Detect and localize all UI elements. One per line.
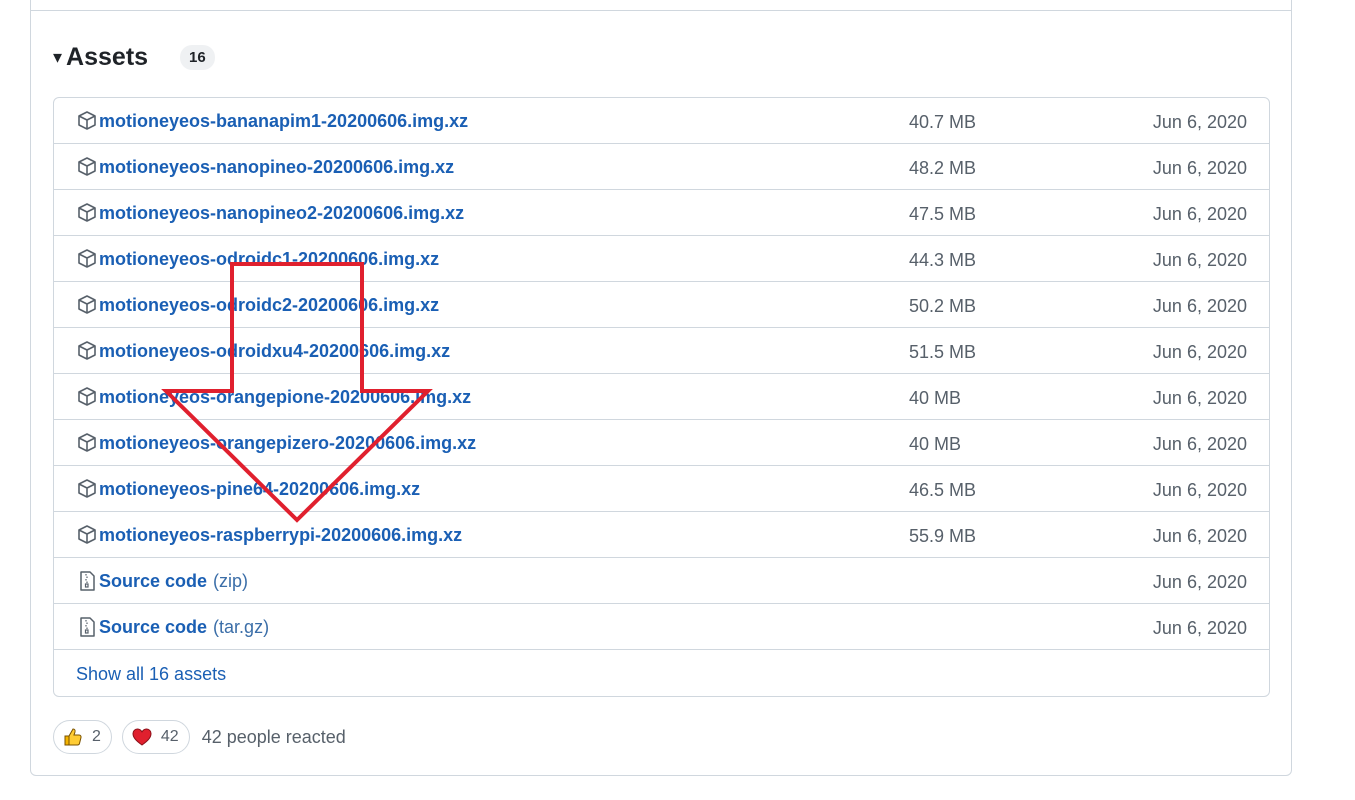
source-suffix: (zip) bbox=[213, 570, 249, 591]
asset-name: motioneyeos-pine64-20200606.img.xz bbox=[99, 478, 421, 499]
assets-title: Assets bbox=[66, 42, 149, 71]
asset-link[interactable]: motioneyeos-raspberrypi-20200606.img.xz bbox=[76, 524, 462, 546]
package-icon bbox=[76, 110, 98, 132]
asset-size: 55.9 MB bbox=[909, 526, 977, 546]
source-name: Source code bbox=[99, 616, 208, 637]
package-icon bbox=[76, 248, 98, 270]
asset-date: Jun 6, 2020 bbox=[1152, 204, 1247, 224]
heart-count: 42 bbox=[160, 728, 179, 745]
asset-row: motioneyeos-bananapim1-20200606.img.xz 4… bbox=[54, 98, 1269, 144]
asset-link[interactable]: motioneyeos-nanopineo2-20200606.img.xz bbox=[76, 202, 464, 224]
show-all-row: Show all 16 assets bbox=[54, 650, 1269, 696]
asset-name: motioneyeos-orangepione-20200606.img.xz bbox=[99, 386, 472, 407]
asset-date: Jun 6, 2020 bbox=[1152, 572, 1247, 592]
asset-row: motioneyeos-raspberrypi-20200606.img.xz … bbox=[54, 512, 1269, 558]
asset-date: Jun 6, 2020 bbox=[1152, 480, 1247, 500]
package-icon bbox=[76, 340, 98, 362]
file-zip-icon bbox=[76, 570, 98, 592]
asset-link[interactable]: motioneyeos-orangepizero-20200606.img.xz bbox=[76, 432, 476, 454]
source-row: Source code (tar.gz) Jun 6, 2020 bbox=[54, 604, 1269, 650]
asset-size: 50.2 MB bbox=[909, 296, 977, 316]
heart-reaction-button[interactable]: 42 bbox=[121, 720, 190, 754]
asset-date: Jun 6, 2020 bbox=[1152, 388, 1247, 408]
assets-list: motioneyeos-bananapim1-20200606.img.xz 4… bbox=[53, 97, 1270, 697]
package-icon bbox=[76, 478, 98, 500]
thumbs-up-icon bbox=[62, 726, 84, 748]
asset-row: motioneyeos-orangepione-20200606.img.xz … bbox=[54, 374, 1269, 420]
asset-link[interactable]: motioneyeos-odroidc1-20200606.img.xz bbox=[76, 248, 439, 270]
package-icon bbox=[76, 156, 98, 178]
asset-link[interactable]: motioneyeos-pine64-20200606.img.xz bbox=[76, 478, 420, 500]
package-icon bbox=[76, 524, 98, 546]
asset-row: motioneyeos-orangepizero-20200606.img.xz… bbox=[54, 420, 1269, 466]
asset-size: 48.2 MB bbox=[909, 158, 977, 178]
source-suffix: (tar.gz) bbox=[213, 616, 270, 637]
asset-name: motioneyeos-odroidxu4-20200606.img.xz bbox=[99, 340, 451, 361]
asset-date: Jun 6, 2020 bbox=[1152, 342, 1247, 362]
asset-name: motioneyeos-odroidc1-20200606.img.xz bbox=[99, 248, 440, 269]
asset-link[interactable]: motioneyeos-odroidxu4-20200606.img.xz bbox=[76, 340, 450, 362]
divider bbox=[30, 10, 1292, 11]
source-zip-link[interactable]: Source code (zip) bbox=[76, 570, 248, 592]
asset-name: motioneyeos-nanopineo2-20200606.img.xz bbox=[99, 202, 465, 223]
source-targz-link[interactable]: Source code (tar.gz) bbox=[76, 616, 269, 638]
asset-date: Jun 6, 2020 bbox=[1152, 112, 1247, 132]
heart-icon bbox=[131, 726, 153, 748]
asset-date: Jun 6, 2020 bbox=[1152, 618, 1247, 638]
asset-link[interactable]: motioneyeos-bananapim1-20200606.img.xz bbox=[76, 110, 468, 132]
asset-date: Jun 6, 2020 bbox=[1152, 434, 1247, 454]
asset-link[interactable]: motioneyeos-nanopineo-20200606.img.xz bbox=[76, 156, 454, 178]
asset-row: motioneyeos-nanopineo2-20200606.img.xz 4… bbox=[54, 190, 1269, 236]
reactions-summary: 42 people reacted bbox=[201, 726, 346, 747]
source-row: Source code (zip) Jun 6, 2020 bbox=[54, 558, 1269, 604]
asset-link[interactable]: motioneyeos-orangepione-20200606.img.xz bbox=[76, 386, 471, 408]
asset-row: motioneyeos-odroidc2-20200606.img.xz 50.… bbox=[54, 282, 1269, 328]
asset-date: Jun 6, 2020 bbox=[1152, 250, 1247, 270]
asset-size: 47.5 MB bbox=[909, 204, 977, 224]
asset-size: 40.7 MB bbox=[909, 112, 977, 132]
asset-name: motioneyeos-nanopineo-20200606.img.xz bbox=[99, 156, 455, 177]
assets-count-badge: 16 bbox=[180, 44, 215, 70]
asset-size: 46.5 MB bbox=[909, 480, 977, 500]
asset-date: Jun 6, 2020 bbox=[1152, 296, 1247, 316]
assets-toggle[interactable]: ▾ Assets 16 bbox=[53, 40, 215, 74]
asset-size: 40 MB bbox=[909, 388, 962, 408]
thumbs-up-count: 2 bbox=[92, 728, 101, 745]
asset-size: 40 MB bbox=[909, 434, 962, 454]
asset-date: Jun 6, 2020 bbox=[1152, 158, 1247, 178]
asset-row: motioneyeos-odroidxu4-20200606.img.xz 51… bbox=[54, 328, 1269, 374]
asset-date: Jun 6, 2020 bbox=[1152, 526, 1247, 546]
asset-row: motioneyeos-odroidc1-20200606.img.xz 44.… bbox=[54, 236, 1269, 282]
package-icon bbox=[76, 202, 98, 224]
file-zip-icon bbox=[76, 616, 98, 638]
asset-name: motioneyeos-bananapim1-20200606.img.xz bbox=[99, 110, 469, 131]
caret-down-icon: ▾ bbox=[53, 47, 63, 67]
asset-name: motioneyeos-raspberrypi-20200606.img.xz bbox=[99, 524, 463, 545]
package-icon bbox=[76, 432, 98, 454]
asset-name: motioneyeos-odroidc2-20200606.img.xz bbox=[99, 294, 440, 315]
package-icon bbox=[76, 294, 98, 316]
asset-size: 44.3 MB bbox=[909, 250, 977, 270]
thumbs-up-reaction-button[interactable]: 2 bbox=[53, 720, 112, 754]
reactions-bar: 2 42 42 people reacted bbox=[53, 718, 346, 756]
package-icon bbox=[76, 386, 98, 408]
show-all-assets-link[interactable]: Show all 16 assets bbox=[76, 664, 226, 685]
source-name: Source code bbox=[99, 570, 208, 591]
asset-size: 51.5 MB bbox=[909, 342, 977, 362]
asset-row: motioneyeos-pine64-20200606.img.xz 46.5 … bbox=[54, 466, 1269, 512]
asset-name: motioneyeos-orangepizero-20200606.img.xz bbox=[99, 432, 477, 453]
asset-link[interactable]: motioneyeos-odroidc2-20200606.img.xz bbox=[76, 294, 439, 316]
asset-row: motioneyeos-nanopineo-20200606.img.xz 48… bbox=[54, 144, 1269, 190]
